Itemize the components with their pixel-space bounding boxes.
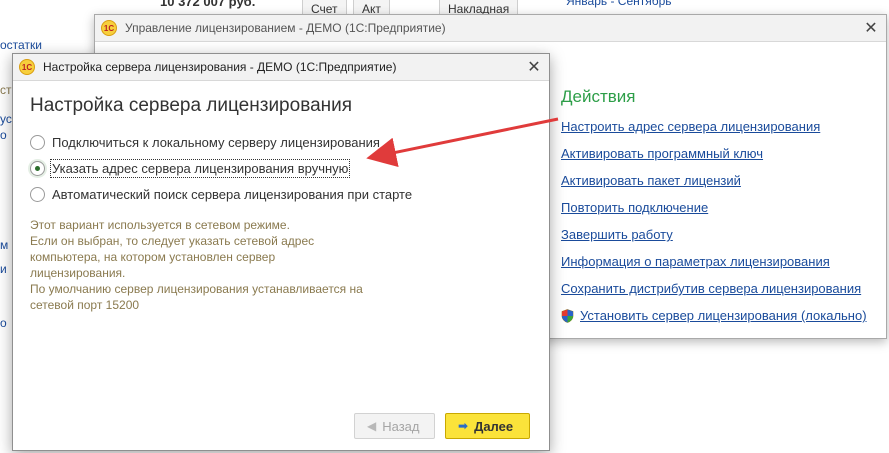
option-local-server-label[interactable]: Подключиться к локальному серверу лиценз… (52, 135, 380, 150)
option-local-server[interactable]: Подключиться к локальному серверу лиценз… (30, 129, 533, 155)
left-fragment-5[interactable]: м (0, 238, 8, 252)
radio-manual-address[interactable] (30, 160, 45, 176)
radio-auto-search[interactable] (30, 186, 45, 202)
action-install-server-local-label: Установить сервер лицензирования (локаль… (580, 308, 867, 323)
next-button[interactable]: ➡ Далее (445, 413, 530, 439)
action-activate-software-key[interactable]: Активировать программный ключ (561, 140, 867, 167)
shield-icon (561, 308, 574, 323)
radio-local-server[interactable] (30, 134, 45, 150)
action-exit[interactable]: Завершить работу (561, 221, 867, 248)
hint-line: Если он выбран, то следует указать сетев… (30, 234, 315, 248)
left-fragment-2: ст (0, 83, 12, 97)
left-fragment-3[interactable]: ус (0, 112, 12, 126)
arrow-right-icon: ➡ (458, 419, 469, 433)
option-manual-address-label[interactable]: Указать адрес сервера лицензирования вру… (49, 158, 351, 178)
arrow-left-icon: ◀ (367, 419, 377, 433)
next-button-label: Далее (474, 418, 514, 434)
1c-logo-icon: 1С (19, 59, 35, 75)
option-manual-address[interactable]: Указать адрес сервера лицензирования вру… (30, 155, 533, 181)
close-icon[interactable]: ✕ (525, 57, 543, 77)
back-window-titlebar[interactable]: 1С Управление лицензированием - ДЕМО (1С… (95, 15, 886, 42)
action-install-server-local[interactable]: Установить сервер лицензирования (локаль… (561, 302, 867, 329)
action-license-info[interactable]: Информация о параметрах лицензирования (561, 248, 867, 275)
back-window-title: Управление лицензированием - ДЕМО (1С:Пр… (125, 21, 446, 35)
hint-line: сетевой порт 15200 (30, 298, 140, 312)
dialog-buttons: ◀ Назад ➡ Далее (354, 413, 530, 439)
close-icon[interactable]: ✕ (862, 18, 880, 38)
option-auto-search-label[interactable]: Автоматический поиск сервера лицензирова… (52, 187, 412, 202)
dialog-heading: Настройка сервера лицензирования (30, 95, 353, 116)
left-fragment-6[interactable]: и (0, 262, 7, 276)
actions-panel: Действия Настроить адрес сервера лицензи… (561, 87, 867, 329)
license-server-settings-dialog: 1С Настройка сервера лицензирования - ДЕ… (12, 53, 550, 451)
option-auto-search[interactable]: Автоматический поиск сервера лицензирова… (30, 181, 533, 207)
hint-line: компьютера, на котором установлен сервер (30, 250, 276, 264)
action-save-server-distributive[interactable]: Сохранить дистрибутив сервера лицензиров… (561, 275, 867, 302)
left-fragment-7[interactable]: о (0, 316, 7, 330)
back-button[interactable]: ◀ Назад (354, 413, 435, 439)
dialog-body: Настройка сервера лицензирования Подключ… (13, 81, 549, 313)
action-activate-license-pack[interactable]: Активировать пакет лицензий (561, 167, 867, 194)
action-retry-connection[interactable]: Повторить подключение (561, 194, 867, 221)
hint-line: лицензирования. (30, 266, 126, 280)
actions-title: Действия (561, 87, 636, 106)
period-link[interactable]: Январь - Сентябрь (566, 0, 672, 8)
back-button-label: Назад (382, 418, 420, 434)
left-fragment-1[interactable]: остатки (0, 38, 42, 52)
hint-line: По умолчанию сервер лицензирования устан… (30, 282, 363, 296)
total-sum: 10 372 007 руб. (160, 0, 256, 9)
dialog-titlebar[interactable]: 1С Настройка сервера лицензирования - ДЕ… (13, 54, 549, 81)
1c-logo-icon: 1С (101, 20, 117, 36)
option-hint: Этот вариант используется в сетевом режи… (30, 217, 533, 313)
dialog-title: Настройка сервера лицензирования - ДЕМО … (43, 60, 397, 74)
hint-line: Этот вариант используется в сетевом режи… (30, 218, 290, 232)
left-fragment-4[interactable]: о (0, 128, 7, 142)
action-configure-server-address[interactable]: Настроить адрес сервера лицензирования (561, 113, 867, 140)
